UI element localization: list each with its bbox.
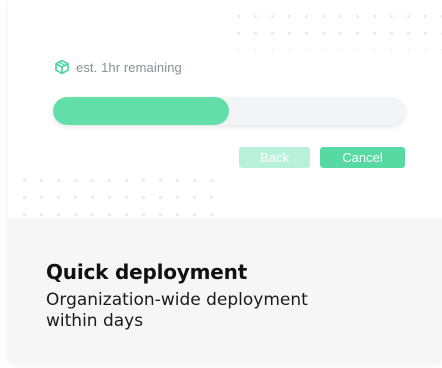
feature-text-panel: Quick deployment Organization-wide deplo… [8,218,442,362]
dot-pattern-top-right [230,8,442,50]
dot-pattern-bottom-left [16,172,216,218]
time-remaining-text: est. 1hr remaining [76,59,182,75]
cancel-button[interactable]: Cancel [320,147,405,168]
feature-title: Quick deployment [46,260,248,284]
progress-bar-fill [53,97,229,125]
feature-description: Organization-wide deployment within days [46,290,308,331]
page: est. 1hr remaining Back Cancel Quick dep… [0,0,442,368]
demo-panel: est. 1hr remaining Back Cancel [8,0,442,218]
back-button[interactable]: Back [239,147,310,168]
feature-card: est. 1hr remaining Back Cancel Quick dep… [8,0,442,362]
cube-icon [55,59,69,75]
deployment-status: est. 1hr remaining [54,59,182,75]
progress-bar [53,97,405,125]
